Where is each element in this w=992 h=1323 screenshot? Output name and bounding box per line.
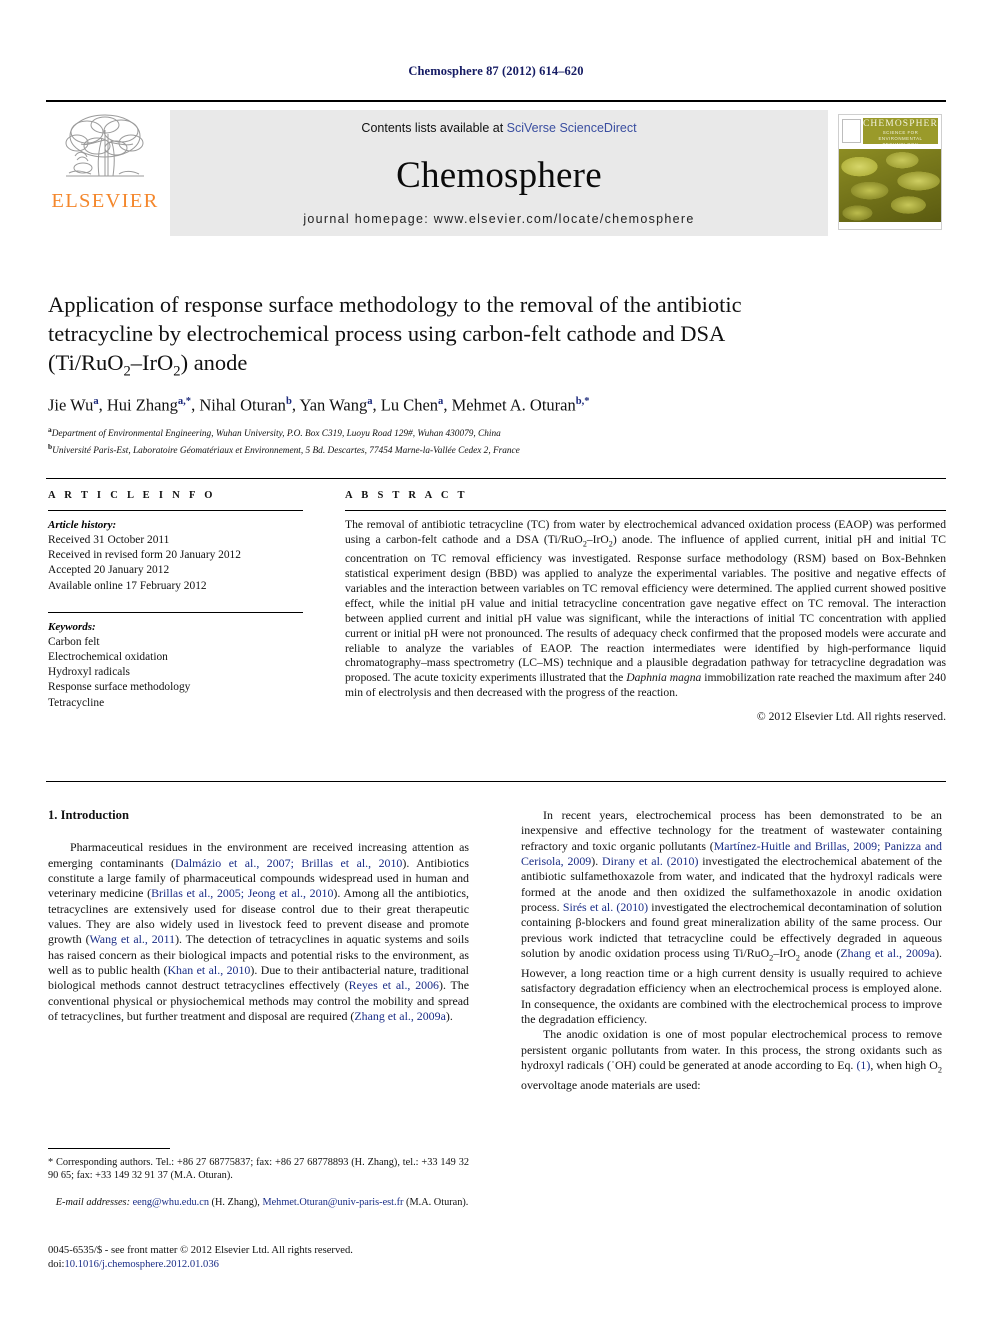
journal-masthead: ELSEVIER Contents lists available at Sci…	[46, 100, 946, 242]
doi-label: doi:	[48, 1259, 65, 1270]
cover-leaf-photo	[839, 149, 941, 229]
body-column-left: 1. Introduction Pharmaceutical residues …	[48, 808, 469, 1024]
journal-title: Chemosphere	[396, 155, 602, 196]
article-info-heading: A R T I C L E I N F O	[48, 490, 216, 501]
author-name: Hui Zhang	[106, 395, 178, 415]
elsevier-logo: ELSEVIER	[46, 102, 164, 242]
author-name: Nihal Oturan	[199, 395, 286, 415]
intro-paragraph-1: Pharmaceutical residues in the environme…	[48, 840, 470, 1024]
cover-title: CHEMOSPHERE	[863, 119, 938, 129]
author-list: Jie Wua, Hui Zhanga,*, Nihal Oturanb, Ya…	[48, 395, 590, 415]
abstract-rule	[345, 510, 946, 511]
keywords-label: Keywords:	[48, 620, 96, 633]
footnote-issn-doi: 0045-6535/$ - see front matter © 2012 El…	[48, 1244, 469, 1272]
article-history-label: Article history:	[48, 519, 117, 531]
article-history-item: Received 31 October 2011	[48, 534, 170, 546]
section-heading-introduction: 1. Introduction	[48, 808, 129, 822]
affiliation-text: Department of Environmental Engineering,…	[51, 429, 501, 440]
contents-prefix: Contents lists available at	[361, 121, 507, 135]
article-history-item: Accepted 20 January 2012	[48, 564, 170, 577]
author-affil-marker[interactable]: a,*	[178, 396, 191, 407]
author-affil-marker[interactable]: b	[286, 396, 292, 407]
keyword-item: Response surface methodology	[48, 681, 191, 694]
article-title-line-3a: (Ti/RuO	[48, 350, 124, 375]
article-history-item: Received in revised form 20 January 2012	[48, 549, 241, 562]
email-owner-1: (H. Zhang),	[211, 1197, 260, 1208]
article-title-sub-1: 2	[123, 363, 131, 380]
masthead-center: Contents lists available at SciVerse Sci…	[170, 110, 828, 236]
article-history-item: Available online 17 February 2012	[48, 579, 207, 592]
cover-subtitle: SCIENCE FOR ENVIRONMENTAL TECHNOLOGY	[878, 130, 923, 144]
keywords-block: Keywords: Carbon felt Electrochemical ox…	[48, 611, 303, 711]
affiliation-list: aDepartment of Environmental Engineering…	[48, 424, 944, 457]
journal-homepage-link[interactable]: journal homepage: www.elsevier.com/locat…	[303, 212, 694, 226]
contents-available-line: Contents lists available at SciVerse Sci…	[361, 121, 636, 135]
abstract-block: A B S T R A C T The removal of antibioti…	[345, 490, 946, 723]
article-info-rule	[48, 510, 303, 511]
keyword-item: Electrochemical oxidation	[48, 651, 168, 664]
author-affil-marker[interactable]: b,*	[576, 396, 590, 407]
abstract-copyright: © 2012 Elsevier Ltd. All rights reserved…	[756, 710, 946, 724]
author-affil-marker[interactable]: a	[93, 396, 98, 407]
affiliation-item: aDepartment of Environmental Engineering…	[48, 424, 944, 441]
article-title-line-2: tetracycline by electrochemical process …	[48, 321, 726, 346]
email-owner-2: (M.A. Oturan).	[406, 1197, 469, 1208]
sciencedirect-link[interactable]: SciVerse ScienceDirect	[507, 121, 637, 135]
doi-line: doi:10.1016/j.chemosphere.2012.01.036	[48, 1258, 469, 1272]
cover-title-band: CHEMOSPHERE SCIENCE FOR ENVIRONMENTAL TE…	[863, 118, 938, 144]
abstract-heading: A B S T R A C T	[345, 490, 468, 501]
running-head: Chemosphere 87 (2012) 614–620	[408, 64, 584, 78]
article-title: Application of response surface methodol…	[48, 290, 934, 387]
footnote-email-addresses: E-mail addresses: eeng@whu.edu.cn (H. Zh…	[48, 1196, 469, 1209]
author-name: Lu Chen	[380, 395, 439, 415]
affiliation-item: bUniversité Paris-Est, Laboratoire Géoma…	[48, 441, 944, 458]
keywords-rule	[48, 611, 303, 613]
intro-paragraph-2: In recent years, electrochemical process…	[521, 808, 943, 1026]
abstract-text: The removal of antibiotic tetracycline (…	[345, 518, 946, 700]
article-title-line-1: Application of response surface methodol…	[48, 292, 742, 317]
author-name: Mehmet A. Oturan	[451, 395, 576, 415]
affiliation-text: Université Paris-Est, Laboratoire Géomat…	[52, 445, 520, 456]
author-name: Jie Wu	[48, 395, 94, 415]
article-info-block: A R T I C L E I N F O Article history: R…	[48, 490, 303, 711]
article-title-line-3c: ) anode	[180, 350, 248, 375]
author-affil-marker[interactable]: a	[367, 396, 372, 407]
journal-cover-thumbnail: CHEMOSPHERE SCIENCE FOR ENVIRONMENTAL TE…	[834, 110, 946, 236]
info-band-bottom-rule	[46, 781, 946, 782]
info-band-top-rule	[46, 478, 946, 479]
keyword-item: Hydroxyl radicals	[48, 666, 130, 679]
article-title-sub-2: 2	[173, 363, 181, 380]
author-affil-marker[interactable]: a	[438, 396, 443, 407]
keyword-item: Carbon felt	[48, 635, 100, 648]
email-link-2[interactable]: Mehmet.Oturan@univ-paris-est.fr	[262, 1197, 403, 1208]
elsevier-wordmark: ELSEVIER	[51, 190, 159, 212]
author-name: Yan Wang	[299, 395, 368, 415]
footnote-rule	[48, 1148, 170, 1149]
keyword-item: Tetracycline	[48, 696, 105, 709]
intro-paragraph-3: The anodic oxidation is one of most popu…	[521, 1027, 943, 1092]
article-title-line-3b: –IrO	[130, 350, 174, 375]
elsevier-tree-icon	[65, 114, 144, 177]
journal-article-page: Chemosphere 87 (2012) 614–620 ELSEVIER C…	[0, 0, 992, 1323]
body-column-right: In recent years, electrochemical process…	[521, 808, 942, 1093]
cover-elsevier-mark	[842, 119, 861, 143]
doi-link[interactable]: 10.1016/j.chemosphere.2012.01.036	[64, 1259, 218, 1270]
email-link-1[interactable]: eeng@whu.edu.cn	[133, 1197, 209, 1208]
email-label: E-mail addresses:	[55, 1197, 130, 1208]
footnote-corresponding-authors: * Corresponding authors. Tel.: +86 27 68…	[48, 1157, 469, 1182]
issn-line: 0045-6535/$ - see front matter © 2012 El…	[48, 1245, 353, 1256]
